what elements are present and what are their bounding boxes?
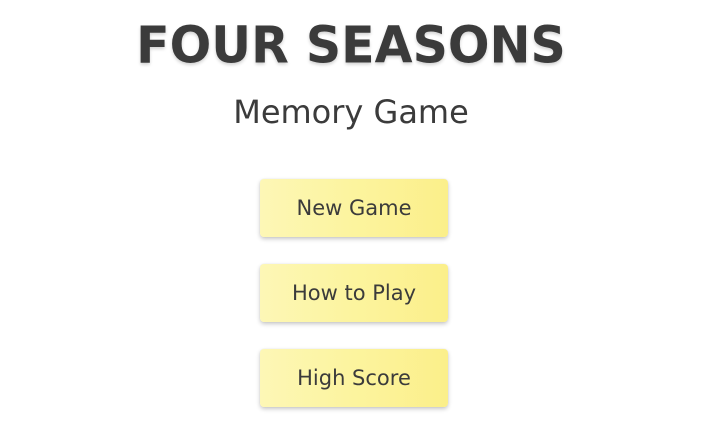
high-score-button[interactable]: High Score: [260, 349, 448, 407]
game-title: FOUR SEASONS: [136, 15, 566, 76]
game-subtitle: Memory Game: [233, 93, 469, 131]
main-menu: New Game How to Play High Score: [260, 179, 448, 407]
how-to-play-button[interactable]: How to Play: [260, 264, 448, 322]
new-game-button[interactable]: New Game: [260, 179, 448, 237]
main-menu-screen: FOUR SEASONS Memory Game New Game How to…: [0, 0, 702, 432]
